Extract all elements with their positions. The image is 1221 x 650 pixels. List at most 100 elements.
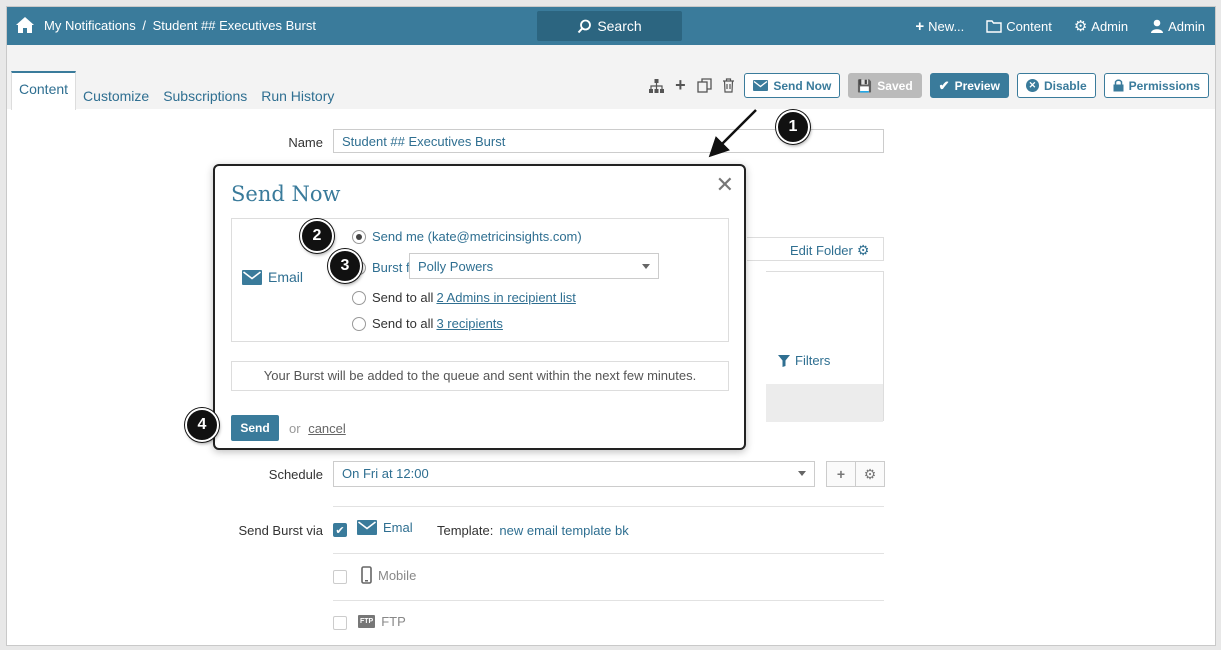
or-text: or [289,421,301,436]
top-bar: My Notifications / Student ## Executives… [7,7,1215,45]
mobile-icon [361,566,372,584]
preview-label: Preview [954,78,1000,93]
breadcrumb-link[interactable]: My Notifications [44,18,136,33]
trash-icon[interactable] [720,78,736,94]
copy-icon[interactable] [696,78,712,94]
name-label: Name [288,135,323,150]
radio-send-admins[interactable] [352,290,366,305]
burst-recipient-select[interactable]: Polly Powers [409,253,659,279]
email-channel: Emal [357,520,413,535]
recipients-link[interactable]: 3 recipients [436,316,502,331]
tab-run-history[interactable]: Run History [254,80,341,110]
schedule-select[interactable]: On Fri at 12:00 [333,461,815,487]
template-row: Template: new email template bk [437,523,629,538]
filter-icon [778,354,790,367]
option-send-admins-prefix: Send to all [372,290,434,305]
save-icon: 💾 [857,78,873,93]
check-icon: ✔ [938,77,950,93]
schedule-settings-button[interactable]: ⚙ [855,461,885,487]
option-send-recipients[interactable]: Send to all 3 recipients [352,316,503,331]
data-panel [766,271,884,422]
add-icon[interactable]: + [672,75,688,95]
send-now-button[interactable]: Send Now [744,73,841,98]
radio-send-recipients[interactable] [352,316,366,331]
divider [333,600,884,601]
search-label: Search [597,18,642,34]
add-schedule-button[interactable]: + [826,461,856,487]
hierarchy-icon[interactable] [648,78,664,94]
mobile-checkbox[interactable] [333,570,347,584]
ftp-channel: FTP FTP [358,614,406,629]
send-now-label: Send Now [773,78,832,93]
preview-button[interactable]: ✔ Preview [929,73,1009,98]
tab-content[interactable]: Content [11,71,77,110]
dialog-title: Send Now [231,182,341,206]
new-menu-label: New... [928,18,965,34]
ftp-checkbox[interactable] [333,616,347,630]
disable-button[interactable]: ✕ Disable [1016,73,1096,98]
user-menu-label: Admin [1168,18,1205,34]
burst-recipient-value: Polly Powers [418,259,494,274]
permissions-label: Permissions [1128,78,1200,93]
search-button[interactable]: Search [537,11,682,41]
mobile-channel-label: Mobile [378,567,417,583]
gear-icon: ⚙ [1073,18,1088,35]
ftp-icon: FTP [358,615,376,628]
lock-icon [1113,79,1124,92]
permissions-button[interactable]: Permissions [1103,73,1209,98]
user-menu[interactable]: Admin [1150,19,1205,34]
content-menu[interactable]: Content [986,19,1052,34]
disable-label: Disable [1043,78,1087,93]
option-send-me[interactable]: Send me (kate@metricinsights.com) [352,229,582,244]
breadcrumb-separator: / [142,18,146,33]
callout-1: 1 [776,110,810,144]
tab-customize[interactable]: Customize [76,80,156,110]
envelope-icon [357,520,377,535]
close-icon[interactable]: ✕ [716,172,734,198]
plus-icon: + [836,466,846,482]
option-send-recipients-prefix: Send to all [372,316,434,331]
radio-send-me[interactable] [352,229,366,244]
edit-folder-label: Edit Folder [790,243,853,258]
send-now-dialog: Send Now ✕ Email Send me (kate@metricins… [213,164,746,450]
envelope-icon [753,80,769,91]
tab-list: Content Customize Subscriptions Run Hist… [11,71,341,110]
email-heading: Email [242,269,303,285]
chevron-down-icon [642,264,650,269]
option-send-admins[interactable]: Send to all 2 Admins in recipient list [352,290,576,305]
cancel-link[interactable]: cancel [308,421,346,436]
edit-folder-link[interactable]: Edit Folder ⚙ [790,242,869,259]
send-via-label: Send Burst via [238,523,323,538]
envelope-icon [242,269,262,285]
callout-3: 3 [328,249,362,283]
queue-note: Your Burst will be added to the queue an… [231,361,729,391]
email-channel-label: Emal [383,520,413,535]
divider [333,506,884,507]
filters-label: Filters [795,353,831,368]
send-button[interactable]: Send [231,415,279,441]
saved-button: 💾 Saved [848,73,922,98]
folder-icon [986,19,1002,33]
home-icon[interactable] [15,16,35,34]
cancel-row: or cancel [289,421,346,436]
new-menu[interactable]: + New... [915,18,964,35]
ftp-channel-label: FTP [381,614,406,629]
template-label: Template: [437,523,494,538]
admin-menu-label: Admin [1091,18,1129,34]
gear-icon: ⚙ [856,242,870,258]
email-heading-label: Email [268,269,304,285]
email-checkbox[interactable]: ✔ [333,523,347,537]
mobile-channel: Mobile [361,566,416,584]
breadcrumb-current: Student ## Executives Burst [152,18,316,33]
template-link[interactable]: new email template bk [499,523,628,538]
admins-link[interactable]: 2 Admins in recipient list [436,290,575,305]
option-send-me-label: Send me (kate@metricinsights.com) [372,229,582,244]
tab-subscriptions[interactable]: Subscriptions [156,80,254,110]
plus-icon: + [915,17,925,35]
admin-menu[interactable]: ⚙ Admin [1074,17,1128,35]
filters-button[interactable]: Filters [778,353,830,368]
search-icon [578,19,592,33]
close-circle-icon: ✕ [1025,79,1039,92]
tabs-bar: Content Customize Subscriptions Run Hist… [7,45,1215,110]
app-window: My Notifications / Student ## Executives… [6,6,1216,646]
